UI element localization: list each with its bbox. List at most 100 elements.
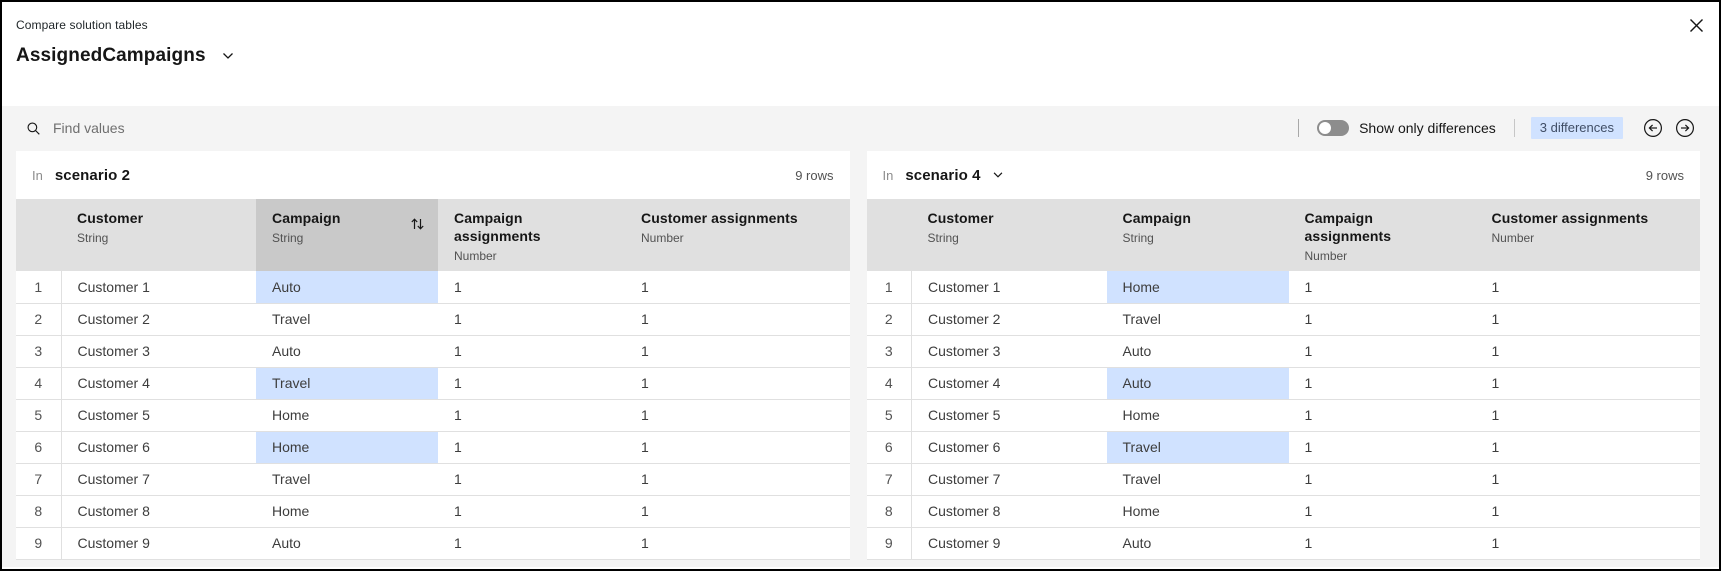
solution-table-selector[interactable]: AssignedCampaigns [16, 45, 236, 67]
campaign-cell: Travel [1106, 303, 1289, 336]
solution-table: Customer String Campaign String Campaign… [866, 199, 1700, 560]
table-row: 1 Customer 1 Home 1 1 [866, 271, 1700, 304]
row-number-cell: 8 [866, 495, 912, 528]
column-header-customer: Customer String [61, 199, 256, 271]
row-number-header [16, 199, 61, 271]
table-row: 8 Customer 8 Home 1 1 [16, 495, 850, 528]
row-number-cell: 7 [866, 463, 912, 496]
table-row: 6 Customer 6 Home 1 1 [16, 431, 850, 464]
in-label: In [882, 167, 894, 183]
campaign-cell: Travel [256, 367, 438, 400]
table-header-row: Customer String Campaign String Campaign… [866, 199, 1700, 271]
row-number-cell: 7 [16, 463, 62, 496]
chevron-down-icon [220, 48, 236, 64]
customer-assignments-cell: 1 [625, 335, 850, 368]
table-row: 9 Customer 9 Auto 1 1 [16, 527, 850, 560]
column-header-campaign: Campaign String [1106, 199, 1289, 271]
campaign-assignments-cell: 1 [1288, 303, 1476, 336]
row-number-cell: 9 [866, 527, 912, 560]
customer-cell: Customer 8 [61, 495, 256, 528]
campaign-cell: Travel [256, 463, 438, 496]
panel-scenario-4: In scenario 4 9 rows Customer String Cam… [866, 151, 1700, 560]
table-row: 7 Customer 7 Travel 1 1 [16, 463, 850, 496]
customer-cell: Customer 9 [61, 527, 256, 560]
search-input[interactable] [53, 120, 473, 136]
customer-cell: Customer 8 [911, 495, 1107, 528]
campaign-cell: Auto [1106, 527, 1289, 560]
compare-solution-tables-modal: Compare solution tables AssignedCampaign… [0, 0, 1721, 571]
customer-assignments-cell: 1 [625, 399, 850, 432]
row-number-cell: 3 [16, 335, 62, 368]
chevron-down-icon [991, 168, 1005, 182]
campaign-cell: Auto [1106, 335, 1289, 368]
differences-count-badge: 3 differences [1530, 117, 1623, 139]
campaign-cell: Auto [256, 335, 438, 368]
panel-header: In scenario 4 9 rows [866, 151, 1700, 199]
column-header-customer-assignments: Customer assignments Number [625, 199, 850, 271]
customer-assignments-cell: 1 [1475, 303, 1700, 336]
column-header-customer-assignments: Customer assignments Number [1475, 199, 1700, 271]
solution-table: Customer String Campaign String Campaign… [16, 199, 850, 560]
column-header-campaign-assignments: Campaign assignments Number [438, 199, 625, 271]
campaign-cell: Home [256, 495, 438, 528]
customer-assignments-cell: 1 [1475, 463, 1700, 496]
row-number-cell: 2 [866, 303, 912, 336]
arrow-right-circle-icon [1675, 118, 1695, 138]
row-number-cell: 1 [16, 271, 62, 304]
show-only-differences-toggle[interactable] [1317, 120, 1350, 136]
row-number-cell: 3 [866, 335, 912, 368]
customer-assignments-cell: 1 [1475, 399, 1700, 432]
sort-arrows-vertical-icon [409, 215, 426, 233]
table-header-row: Customer String Campaign String Campaign… [16, 199, 850, 271]
customer-assignments-cell: 1 [625, 271, 850, 304]
campaign-cell: Home [1106, 495, 1289, 528]
customer-assignments-cell: 1 [625, 367, 850, 400]
campaign-assignments-cell: 1 [1288, 367, 1476, 400]
customer-cell: Customer 2 [61, 303, 256, 336]
table-row: 9 Customer 9 Auto 1 1 [866, 527, 1700, 560]
column-header-campaign-assignments: Campaign assignments Number [1288, 199, 1476, 271]
table-row: 6 Customer 6 Travel 1 1 [866, 431, 1700, 464]
toolbar: Show only differences 3 differences [2, 106, 1719, 150]
table-row: 5 Customer 5 Home 1 1 [16, 399, 850, 432]
campaign-assignments-cell: 1 [1288, 527, 1476, 560]
search-field [26, 120, 1298, 136]
customer-assignments-cell: 1 [625, 431, 850, 464]
campaign-cell: Auto [256, 271, 438, 304]
column-header-customer: Customer String [911, 199, 1107, 271]
customer-cell: Customer 2 [911, 303, 1107, 336]
panel-scenario-2: In scenario 2 9 rows Customer String Cam… [16, 151, 850, 560]
next-difference-button[interactable] [1671, 114, 1699, 142]
customer-cell: Customer 9 [911, 527, 1107, 560]
previous-difference-button[interactable] [1639, 114, 1667, 142]
row-number-cell: 2 [16, 303, 62, 336]
campaign-cell: Home [1106, 271, 1289, 304]
divider [1298, 119, 1300, 137]
column-header-campaign-sorted[interactable]: Campaign String [256, 199, 438, 271]
row-number-cell: 6 [866, 431, 912, 464]
campaign-assignments-cell: 1 [1288, 399, 1476, 432]
row-number-cell: 9 [16, 527, 62, 560]
customer-cell: Customer 1 [61, 271, 256, 304]
modal-title: Compare solution tables [16, 18, 148, 32]
table-row: 3 Customer 3 Auto 1 1 [866, 335, 1700, 368]
scenario-name: scenario 2 [54, 166, 131, 184]
scenario-selector[interactable]: scenario 4 [905, 167, 1004, 184]
arrow-left-circle-icon [1643, 118, 1663, 138]
table-row: 8 Customer 8 Home 1 1 [866, 495, 1700, 528]
row-number-cell: 6 [16, 431, 62, 464]
campaign-cell: Home [256, 399, 438, 432]
campaign-cell: Travel [256, 303, 438, 336]
table-row: 2 Customer 2 Travel 1 1 [16, 303, 850, 336]
campaign-cell: Travel [1106, 431, 1289, 464]
row-number-cell: 5 [866, 399, 912, 432]
table-row: 1 Customer 1 Auto 1 1 [16, 271, 850, 304]
campaign-assignments-cell: 1 [438, 303, 625, 336]
customer-cell: Customer 3 [911, 335, 1107, 368]
table-row: 5 Customer 5 Home 1 1 [866, 399, 1700, 432]
close-button[interactable] [1679, 8, 1713, 42]
customer-assignments-cell: 1 [1475, 431, 1700, 464]
table-row: 3 Customer 3 Auto 1 1 [16, 335, 850, 368]
compare-body: Show only differences 3 differences [2, 106, 1719, 567]
table-row: 2 Customer 2 Travel 1 1 [866, 303, 1700, 336]
